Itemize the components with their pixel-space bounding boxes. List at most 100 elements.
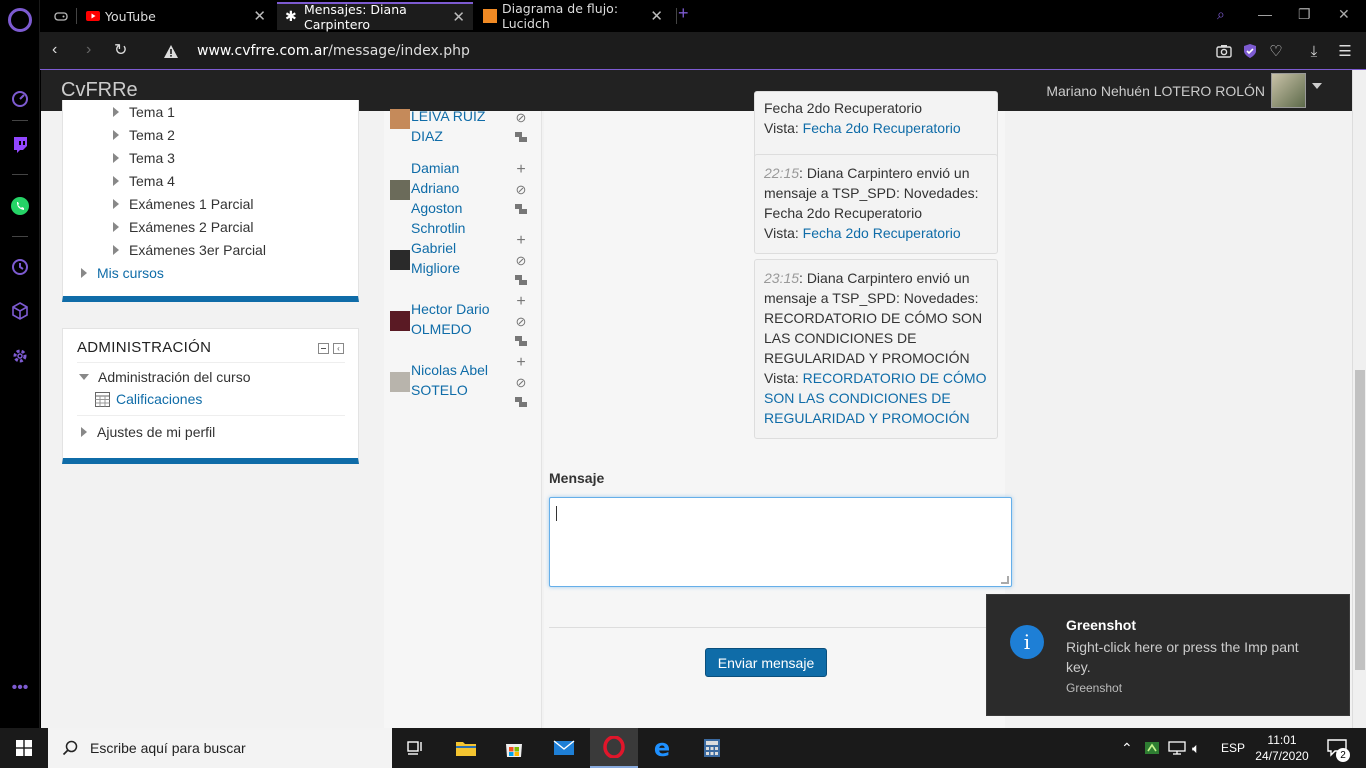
not-secure-warning-icon[interactable]	[162, 42, 180, 60]
windows-start-icon[interactable]	[0, 728, 48, 768]
contact-item[interactable]: Nicolas Abel SOTELO + ⊘	[390, 354, 535, 420]
expand-triangle-icon	[113, 153, 119, 163]
history-icon[interactable]	[9, 256, 31, 278]
vpn-shield-icon[interactable]	[1241, 42, 1259, 60]
site-brand[interactable]: CvFRRe	[61, 79, 138, 102]
contact-item[interactable]: Damian Adriano Agoston Schrotlin + ⊘	[390, 158, 535, 240]
back-icon[interactable]: ‹	[52, 41, 57, 59]
extensions-cube-icon[interactable]	[9, 300, 31, 322]
add-contact-icon[interactable]: +	[514, 354, 528, 371]
url-field[interactable]: www.cvfrre.com.ar/message/index.php	[197, 43, 470, 59]
bookmark-heart-icon[interactable]: ♡	[1267, 42, 1285, 60]
tree-item-ajustes-perfil[interactable]: Ajustes de mi perfil	[81, 424, 215, 440]
contact-name[interactable]: Gabriel Migliore	[411, 238, 495, 278]
avatar[interactable]	[1271, 73, 1306, 108]
tree-item-calificaciones[interactable]: Calificaciones	[95, 391, 202, 407]
page-scrollbar[interactable]	[1352, 70, 1366, 728]
network-icon[interactable]	[1168, 728, 1186, 768]
message-textarea[interactable]	[549, 497, 1012, 587]
send-message-button[interactable]: Enviar mensaje	[705, 648, 827, 677]
dock-block-icon[interactable]: ‹	[333, 343, 344, 354]
taskbar-clock[interactable]: 11:01 24/7/2020	[1252, 732, 1312, 764]
block-contact-icon[interactable]: ⊘	[514, 375, 528, 390]
message-history-icon[interactable]	[514, 396, 528, 410]
sidebar-divider	[12, 120, 28, 121]
minimize-icon[interactable]: —	[1258, 6, 1272, 22]
tab-youtube[interactable]: YouTube ✕	[78, 2, 274, 30]
volume-icon[interactable]: 🔈︎	[1192, 728, 1200, 768]
block-contact-icon[interactable]: ⊘	[514, 182, 528, 197]
tab-lucidchart[interactable]: Diagrama de flujo: Lucidch ✕	[475, 2, 671, 30]
tab-mensajes[interactable]: ✱ Mensajes: Diana Carpintero ✕	[277, 2, 473, 32]
add-contact-icon[interactable]: +	[514, 232, 528, 249]
contact-name[interactable]: Hector Dario OLMEDO	[411, 299, 495, 339]
message-history-icon[interactable]	[514, 203, 528, 217]
opera-logo-icon[interactable]	[8, 8, 32, 32]
user-menu-caret-icon[interactable]	[1312, 83, 1322, 89]
block-contact-icon[interactable]: ⊘	[514, 253, 528, 268]
contact-name[interactable]: Damian Adriano Agoston Schrotlin	[411, 158, 495, 238]
notification-toast[interactable]: i Greenshot Right-click here or press th…	[986, 594, 1350, 716]
tree-item-tema-1[interactable]: Tema 1	[113, 104, 175, 120]
tree-item-examenes-2[interactable]: Exámenes 2 Parcial	[113, 219, 254, 235]
youtube-icon	[86, 11, 100, 21]
resize-grip-icon[interactable]	[1001, 576, 1009, 584]
search-tabs-icon[interactable]: ⌕	[1217, 6, 1225, 23]
close-tab-icon[interactable]: ✕	[253, 7, 266, 25]
twitch-icon[interactable]	[9, 134, 31, 156]
tree-item-examenes-1[interactable]: Exámenes 1 Parcial	[113, 196, 254, 212]
vista-link[interactable]: Fecha 2do Recuperatorio	[803, 120, 961, 136]
download-icon[interactable]: ⤓	[1305, 42, 1323, 60]
contact-name[interactable]: LEIVA RUIZ DIAZ	[411, 106, 495, 146]
tree-item-tema-2[interactable]: Tema 2	[113, 127, 175, 143]
message-history-icon[interactable]	[514, 131, 528, 145]
whatsapp-icon[interactable]	[9, 195, 31, 217]
tree-item-administracion-curso[interactable]: Administración del curso	[79, 369, 251, 385]
close-tab-icon[interactable]: ✕	[452, 8, 465, 26]
taskbar-search-input[interactable]: Escribe aquí para buscar	[48, 728, 392, 768]
clock-time: 11:01	[1267, 733, 1297, 747]
calculator-icon[interactable]	[688, 728, 736, 768]
mail-icon[interactable]	[540, 728, 588, 768]
close-window-icon[interactable]: ✕	[1338, 6, 1350, 23]
user-name[interactable]: Mariano Nehuén LOTERO ROLÓN	[1046, 83, 1265, 99]
tree-item-label: Ajustes de mi perfil	[97, 424, 216, 440]
greenshot-tray-icon[interactable]	[1144, 728, 1160, 768]
contact-item[interactable]: Gabriel Migliore + ⊘	[390, 232, 535, 298]
message-history-icon[interactable]	[514, 335, 528, 349]
file-explorer-icon[interactable]	[442, 728, 490, 768]
action-center-icon[interactable]: 2	[1322, 728, 1352, 768]
task-view-icon[interactable]	[392, 728, 440, 768]
block-contact-icon[interactable]: ⊘	[514, 314, 528, 329]
add-contact-icon[interactable]: +	[514, 293, 528, 310]
opera-browser-icon[interactable]	[590, 728, 638, 768]
contact-item[interactable]: LEIVA RUIZ DIAZ ⊘	[390, 106, 535, 153]
more-dots-icon[interactable]: •••	[9, 677, 31, 699]
forward-icon[interactable]: ›	[86, 41, 91, 59]
tree-item-tema-3[interactable]: Tema 3	[113, 150, 175, 166]
snapshot-camera-icon[interactable]	[1215, 42, 1233, 60]
settings-gear-icon[interactable]	[9, 345, 31, 367]
easy-setup-icon[interactable]: ☰	[1336, 42, 1354, 60]
message-history-icon[interactable]	[514, 274, 528, 288]
microsoft-store-icon[interactable]	[490, 728, 538, 768]
tree-item-tema-4[interactable]: Tema 4	[113, 173, 175, 189]
language-indicator[interactable]: ESP	[1221, 728, 1245, 768]
tree-item-mis-cursos[interactable]: Mis cursos	[81, 265, 164, 281]
restore-icon[interactable]: ❐	[1298, 6, 1311, 23]
contact-name[interactable]: Nicolas Abel SOTELO	[411, 360, 495, 400]
close-tab-icon[interactable]: ✕	[650, 7, 663, 25]
reload-icon[interactable]: ↻	[114, 40, 127, 60]
block-contact-icon[interactable]: ⊘	[514, 110, 528, 125]
collapse-block-icon[interactable]	[318, 343, 329, 354]
add-contact-icon[interactable]: +	[514, 161, 528, 178]
edge-browser-icon[interactable]: e	[638, 728, 686, 768]
scrollbar-thumb[interactable]	[1355, 370, 1365, 670]
speed-dial-icon[interactable]	[9, 88, 31, 110]
new-tab-icon[interactable]: +	[678, 3, 689, 24]
show-hidden-icons-icon[interactable]: ⌃	[1121, 728, 1133, 768]
vista-link[interactable]: Fecha 2do Recuperatorio	[803, 225, 961, 241]
tree-item-examenes-3[interactable]: Exámenes 3er Parcial	[113, 242, 266, 258]
contact-item[interactable]: Hector Dario OLMEDO + ⊘	[390, 293, 535, 359]
tab-label: Diagrama de flujo: Lucidch	[502, 2, 619, 30]
